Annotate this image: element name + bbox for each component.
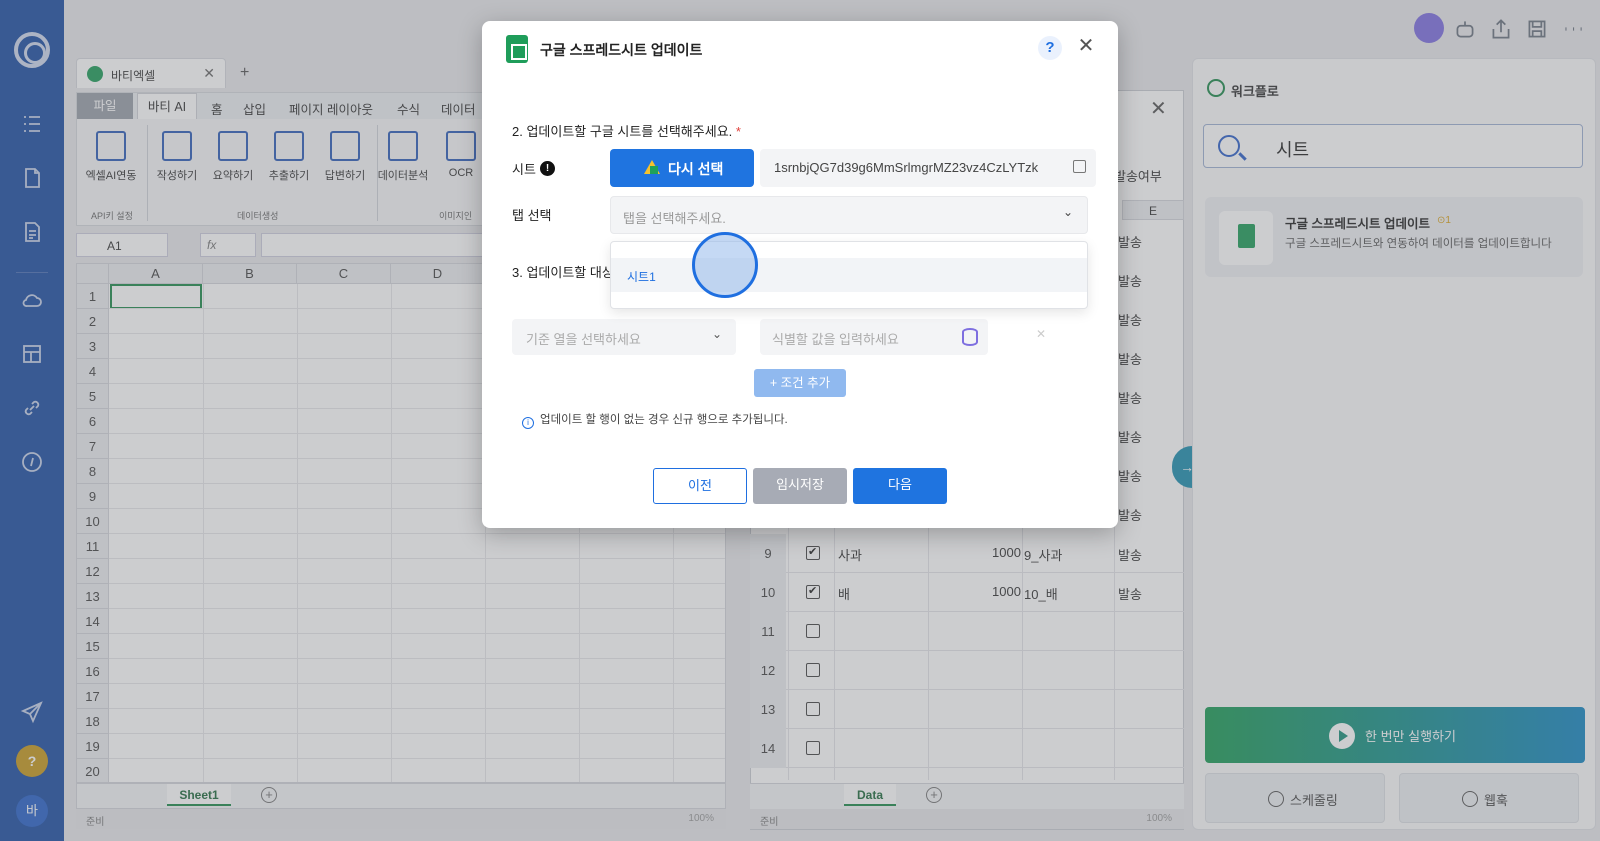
required-mark: * (735, 124, 741, 139)
tab-option[interactable]: 시트1 (611, 258, 1087, 292)
identify-value-placeholder: 식별할 값을 입력하세요 (772, 332, 899, 347)
tab-select-placeholder: 탭을 선택해주세요. (623, 211, 726, 226)
step2-heading: 2. 업데이트할 구글 시트를 선택해주세요. * (512, 121, 741, 140)
step3-heading: 3. 업데이트할 대상 (512, 265, 614, 280)
alert-icon: ! (540, 161, 555, 176)
identify-value-input[interactable]: 식별할 값을 입력하세요 (760, 319, 988, 355)
info-note: i 업데이트 할 행이 없는 경우 신규 행으로 추가됩니다. (522, 411, 788, 429)
tab-select-label: 탭 선택 (512, 208, 552, 223)
reselect-button[interactable]: 다시 선택 (610, 149, 754, 187)
remove-condition-icon[interactable]: ✕ (1036, 327, 1046, 341)
database-icon[interactable] (962, 328, 978, 346)
google-drive-icon (644, 160, 660, 174)
click-indicator (692, 232, 758, 298)
external-link-icon[interactable] (1073, 160, 1086, 173)
prev-button[interactable]: 이전 (653, 468, 747, 504)
sheet-label: 시트 (512, 162, 536, 177)
help-icon[interactable]: ? (1038, 36, 1062, 60)
tab-select-dropdown[interactable]: 탭을 선택해주세요. ⌄ (610, 196, 1088, 234)
next-button[interactable]: 다음 (853, 468, 947, 504)
sheet-url-value: 1srnbjQG7d39g6MmSrlmgrMZ23vz4CzLYTzk (774, 160, 1039, 175)
close-icon[interactable]: ✕ (1074, 34, 1098, 58)
sheet-url-field[interactable]: 1srnbjQG7d39g6MmSrlmgrMZ23vz4CzLYTzk (760, 149, 1096, 187)
update-google-sheet-modal: 구글 스프레드시트 업데이트 ? ✕ 2. 업데이트할 구글 시트를 선택해주세… (482, 21, 1118, 528)
chevron-down-icon: ⌄ (1062, 205, 1073, 219)
base-column-placeholder: 기준 열을 선택하세요 (526, 332, 641, 347)
reselect-label: 다시 선택 (668, 161, 724, 177)
info-note-text: 업데이트 할 행이 없는 경우 신규 행으로 추가됩니다. (540, 414, 788, 426)
info-icon: i (522, 417, 534, 429)
step2-label: 2. 업데이트할 구글 시트를 선택해주세요. (512, 124, 733, 139)
add-condition-button[interactable]: + 조건 추가 (754, 369, 846, 397)
modal-title: 구글 스프레드시트 업데이트 (540, 42, 703, 58)
base-column-select[interactable]: 기준 열을 선택하세요 ⌄ (512, 319, 736, 355)
google-sheets-icon (506, 35, 528, 63)
tab-options-list: 시트1 (610, 241, 1088, 309)
temp-save-button[interactable]: 임시저장 (753, 468, 847, 504)
chevron-down-icon: ⌄ (711, 327, 722, 341)
